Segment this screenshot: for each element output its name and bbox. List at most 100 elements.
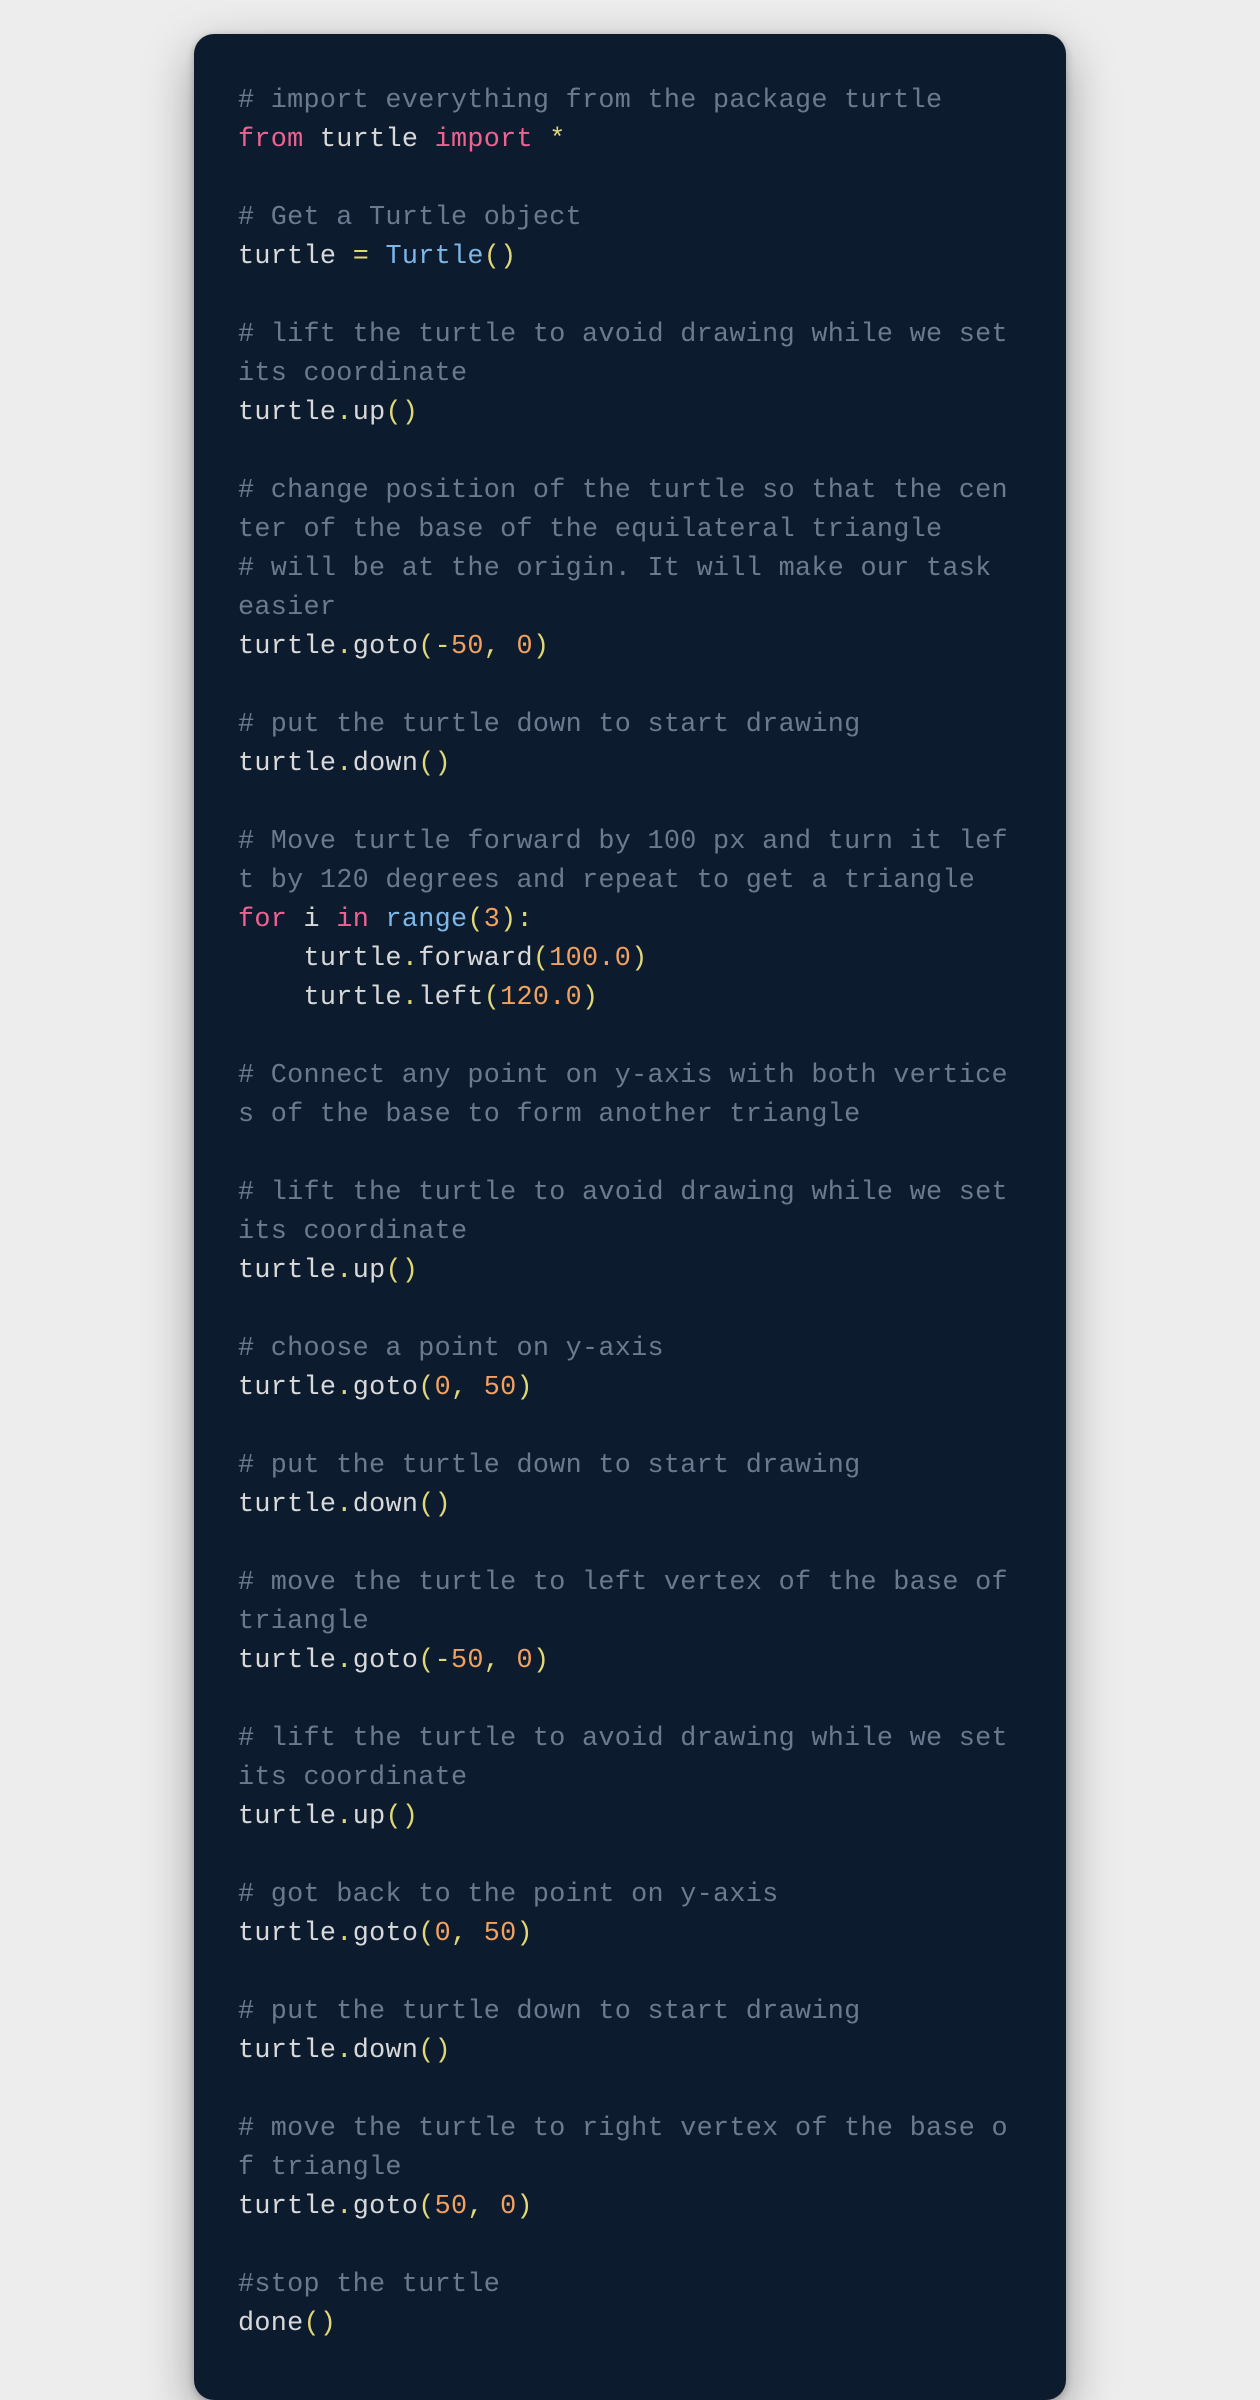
code-token: goto — [353, 632, 419, 662]
code-token: # Connect any point on y-axis with both … — [238, 1061, 1008, 1130]
code-token: done — [238, 2309, 304, 2339]
code-token: , — [484, 1646, 500, 1676]
code-token: # lift the turtle to avoid drawing while… — [238, 320, 1024, 389]
code-token: turtle — [238, 1373, 336, 1403]
code-token: ) — [582, 983, 598, 1013]
code-token: . — [336, 398, 352, 428]
code-token: ) — [533, 632, 549, 662]
code-token: . — [336, 749, 352, 779]
code-token: # move the turtle to left vertex of the … — [238, 1568, 1024, 1637]
code-token: * — [549, 125, 565, 155]
code-token: 50 — [484, 1919, 517, 1949]
code-token: ) — [402, 398, 418, 428]
code-token: # choose a point on y-axis — [238, 1334, 664, 1364]
code-token: down — [353, 749, 419, 779]
code-token: goto — [353, 1373, 419, 1403]
code-token: turtle — [320, 125, 418, 155]
code-token: # lift the turtle to avoid drawing while… — [238, 1724, 1024, 1793]
code-token: ( — [304, 2309, 320, 2339]
code-token: turtle — [238, 1919, 336, 1949]
code-token: down — [353, 2036, 419, 2066]
code-token: ( — [418, 1919, 434, 1949]
code-token: ) — [500, 242, 516, 272]
code-token: turtle — [238, 1256, 336, 1286]
code-token: 3 — [484, 905, 500, 935]
code-token: . — [336, 1646, 352, 1676]
code-token: ) — [402, 1802, 418, 1832]
code-token: - — [435, 632, 451, 662]
code-token: 50 — [484, 1373, 517, 1403]
code-token: 0 — [435, 1919, 451, 1949]
code-token: . — [336, 2192, 352, 2222]
code-token: . — [336, 1256, 352, 1286]
code-token: turtle — [238, 632, 336, 662]
code-token: 50 — [435, 2192, 468, 2222]
code-token: . — [336, 1802, 352, 1832]
code-token: ( — [484, 242, 500, 272]
code-token: . — [402, 944, 418, 974]
code-token: goto — [353, 2192, 419, 2222]
code-token: 50 — [451, 1646, 484, 1676]
code-token: turtle — [238, 749, 336, 779]
code-token: # change position of the turtle so that … — [238, 476, 1008, 545]
code-token: goto — [353, 1646, 419, 1676]
code-token: ) — [435, 749, 451, 779]
code-token: ) — [320, 2309, 336, 2339]
code-token: goto — [353, 1919, 419, 1949]
code-token: # import everything from the package tur… — [238, 86, 942, 116]
code-token: ( — [418, 1646, 434, 1676]
code-token: # lift the turtle to avoid drawing while… — [238, 1178, 1024, 1247]
code-token: # put the turtle down to start drawing — [238, 1997, 860, 2027]
code-token: up — [353, 1802, 386, 1832]
code-token: ( — [533, 944, 549, 974]
code-token: = — [353, 242, 369, 272]
code-token: turtle — [238, 2036, 336, 2066]
code-token: turtle — [238, 2192, 336, 2222]
code-token: up — [353, 1256, 386, 1286]
code-token: ( — [418, 1373, 434, 1403]
code-token: # move the turtle to right vertex of the… — [238, 2114, 1008, 2183]
code-token: turtle — [238, 1802, 336, 1832]
code-token: ( — [385, 398, 401, 428]
code-token: import — [435, 125, 533, 155]
code-token: ( — [418, 632, 434, 662]
code-token: , — [467, 2192, 483, 2222]
code-token: turtle — [238, 242, 336, 272]
code-token: 0 — [517, 632, 533, 662]
code-token: , — [484, 632, 500, 662]
code-token: i — [304, 905, 320, 935]
code-token: 0 — [517, 1646, 533, 1676]
code-token: down — [353, 1490, 419, 1520]
code-token: . — [336, 1919, 352, 1949]
code-block: # import everything from the package tur… — [238, 82, 1022, 2344]
code-token: left — [418, 983, 484, 1013]
code-token: # got back to the point on y-axis — [238, 1880, 779, 1910]
code-token: Turtle — [385, 242, 483, 272]
code-token: #stop the turtle — [238, 2270, 500, 2300]
code-token: 0 — [435, 1373, 451, 1403]
code-token: ) — [435, 2036, 451, 2066]
code-token: - — [435, 1646, 451, 1676]
code-token: up — [353, 398, 386, 428]
code-token: . — [336, 632, 352, 662]
code-token: # put the turtle down to start drawing — [238, 710, 860, 740]
code-token: ( — [418, 1490, 434, 1520]
code-token: , — [451, 1919, 467, 1949]
code-token: turtle — [238, 1490, 336, 1520]
code-token: # Get a Turtle object — [238, 203, 582, 233]
code-token: turtle — [238, 398, 336, 428]
code-token: ( — [385, 1802, 401, 1832]
code-token: ( — [418, 2192, 434, 2222]
code-token: from — [238, 125, 304, 155]
code-token: ) — [500, 905, 516, 935]
code-token: 0 — [500, 2192, 516, 2222]
code-token: range — [385, 905, 467, 935]
code-token: turtle — [304, 944, 402, 974]
code-token: turtle — [238, 1646, 336, 1676]
code-token: # Move turtle forward by 100 px and turn… — [238, 827, 1008, 896]
code-token: , — [451, 1373, 467, 1403]
code-token: ) — [517, 1373, 533, 1403]
code-token: 50 — [451, 632, 484, 662]
page: # import everything from the package tur… — [0, 0, 1260, 2324]
code-token: ) — [435, 1490, 451, 1520]
